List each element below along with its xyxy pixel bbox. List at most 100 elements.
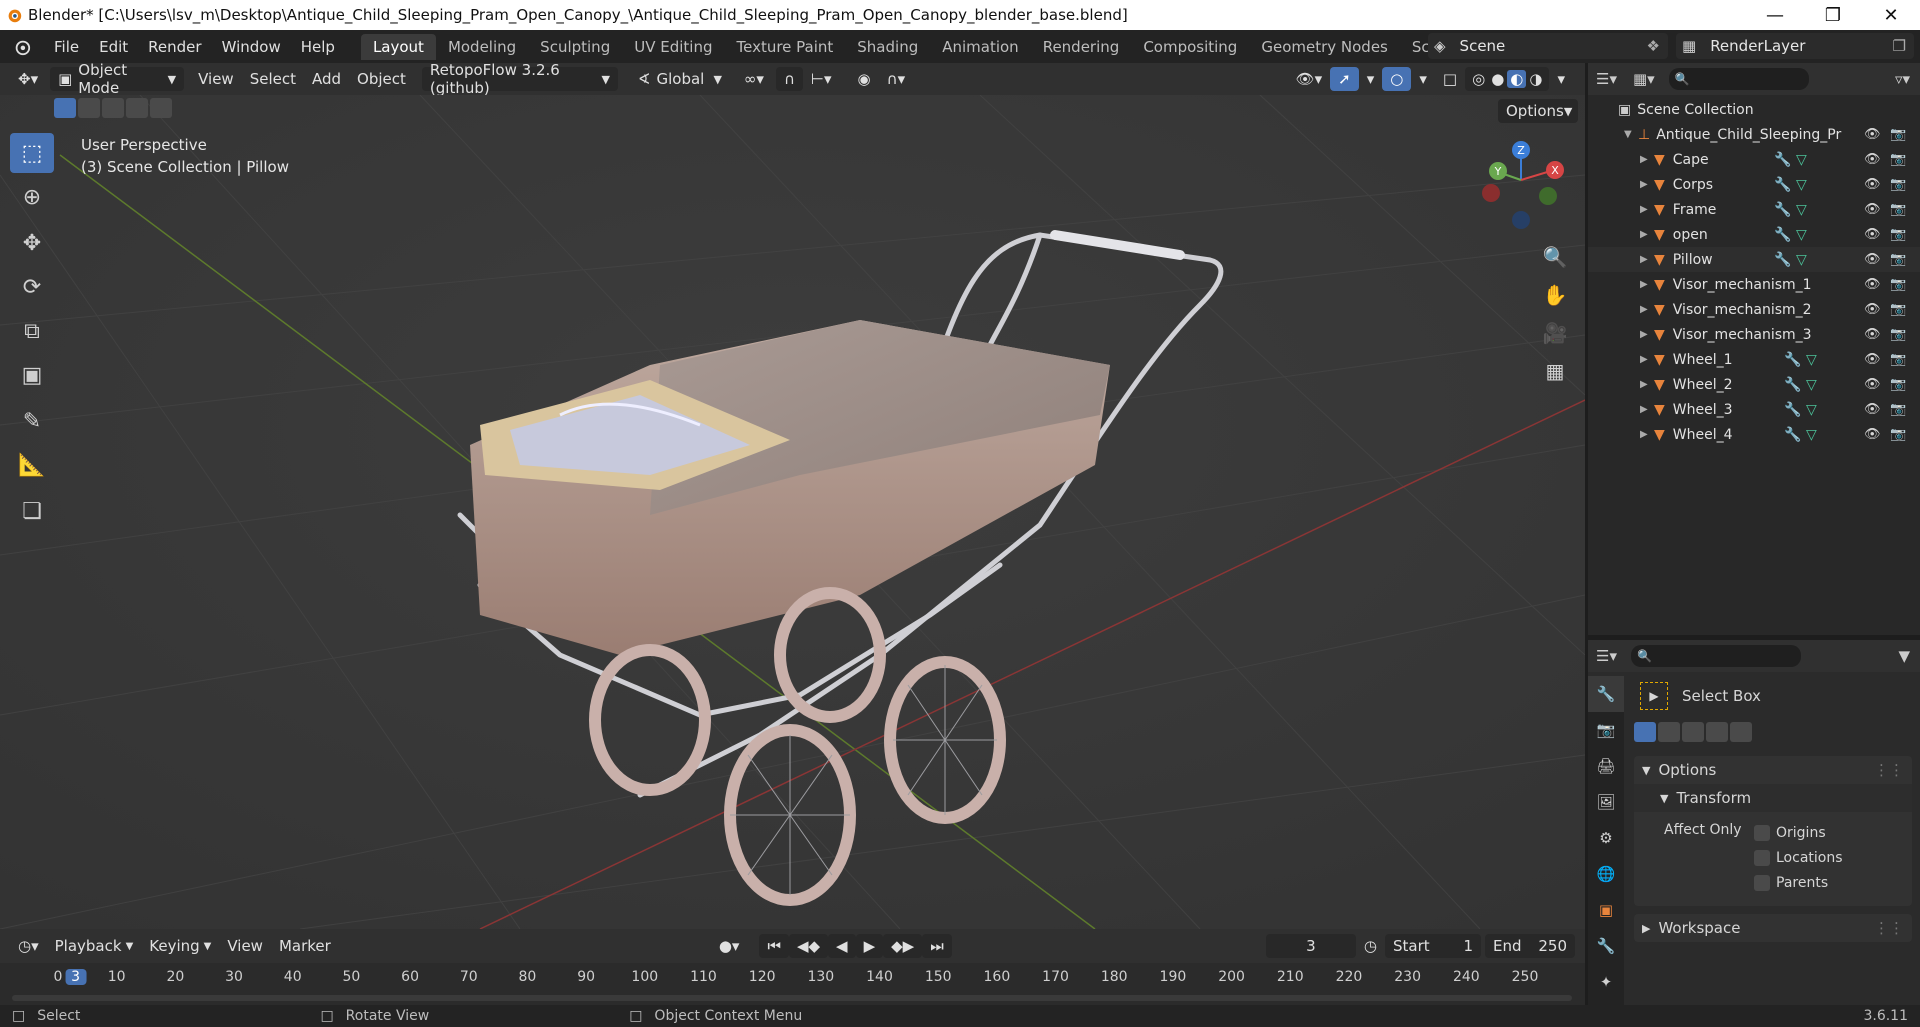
- outliner-item[interactable]: ▶ ▼ Wheel_4 🔧 ▽ 👁 📷: [1588, 422, 1920, 447]
- modifier-wrench-icon[interactable]: 🔧: [1774, 202, 1791, 218]
- add-menu[interactable]: Add: [304, 67, 349, 91]
- outliner-item[interactable]: ▶ ▼ Pillow 🔧 ▽ 👁 📷: [1588, 247, 1920, 272]
- outliner-search-input[interactable]: 🔍: [1668, 68, 1809, 90]
- mesh-data-icon[interactable]: ▽: [1796, 152, 1807, 168]
- visibility-eye-icon[interactable]: 👁: [1864, 252, 1881, 267]
- frame-ruler[interactable]: 0 10 20 30 40 50 60 70 80 90 100 110 120 130 140 150 160…: [0, 969, 1585, 991]
- visibility-eye-icon[interactable]: 👁: [1864, 402, 1881, 417]
- blender-menu-icon[interactable]: [8, 38, 36, 56]
- expand-icon[interactable]: ▶: [1640, 404, 1654, 415]
- overlay-dropdown-icon[interactable]: ▾: [1411, 67, 1435, 91]
- timeline-scrollbar[interactable]: [12, 995, 1572, 1001]
- marker-menu[interactable]: Marker: [271, 934, 339, 958]
- timeline-editor-icon[interactable]: ◷▾: [10, 934, 47, 958]
- orientation-dropdown[interactable]: ∢ Global ▼: [630, 67, 730, 91]
- expand-icon[interactable]: ▶: [1640, 254, 1654, 265]
- menu-render[interactable]: Render: [138, 38, 211, 56]
- expand-icon[interactable]: ▶: [1640, 154, 1654, 165]
- proportional-edit-icon[interactable]: ◉: [850, 67, 879, 91]
- view-layer-selector[interactable]: ▦ RenderLayer ❐: [1676, 33, 1914, 59]
- mesh-data-icon[interactable]: ▽: [1796, 252, 1807, 268]
- modifier-wrench-icon[interactable]: 🔧: [1784, 402, 1801, 418]
- expand-icon[interactable]: ▶: [1640, 179, 1654, 190]
- visibility-eye-icon[interactable]: 👁: [1864, 202, 1881, 217]
- select-subtract-icon[interactable]: [102, 98, 124, 118]
- visibility-icon[interactable]: 👁▾: [1288, 67, 1331, 91]
- zoom-icon[interactable]: 🔍: [1538, 240, 1572, 274]
- restore-icon[interactable]: ❐: [1804, 0, 1862, 30]
- pram-model[interactable]: [0, 95, 1585, 929]
- drag-handle-icon[interactable]: ⋮⋮: [1874, 761, 1904, 779]
- visibility-eye-icon[interactable]: 👁: [1864, 277, 1881, 292]
- copy-icon[interactable]: ❐: [1893, 37, 1906, 55]
- tab-geometry-nodes[interactable]: Geometry Nodes: [1249, 34, 1400, 60]
- properties-editor-icon[interactable]: ☰▾: [1596, 647, 1617, 665]
- visibility-eye-icon[interactable]: 👁: [1864, 302, 1881, 317]
- gizmo-dropdown-icon[interactable]: ▾: [1359, 67, 1383, 91]
- tab-rendering[interactable]: Rendering: [1031, 34, 1132, 60]
- visibility-eye-icon[interactable]: 👁: [1864, 352, 1881, 367]
- modifier-wrench-icon[interactable]: 🔧: [1774, 227, 1791, 243]
- mesh-data-icon[interactable]: ▽: [1806, 377, 1817, 393]
- tab-uv-editing[interactable]: UV Editing: [622, 34, 724, 60]
- jump-end-icon[interactable]: ⏭: [922, 934, 952, 958]
- current-frame-field[interactable]: 3: [1265, 934, 1356, 958]
- rendered-shading-icon[interactable]: ◑: [1526, 70, 1545, 88]
- gizmo-toggle-icon[interactable]: ➚: [1330, 67, 1359, 91]
- transform-subpanel-header[interactable]: ▼ Transform: [1634, 784, 1912, 812]
- ortho-grid-icon[interactable]: ▦: [1538, 354, 1572, 388]
- menu-file[interactable]: File: [44, 38, 89, 56]
- retopoflow-dropdown[interactable]: RetopoFlow 3.2.6 (github) ▼: [421, 61, 618, 97]
- render-camera-icon[interactable]: 📷: [1890, 152, 1906, 167]
- mode-set-icon[interactable]: [1634, 722, 1656, 742]
- options-panel-header[interactable]: ▼ Options ⋮⋮: [1634, 756, 1912, 784]
- render-camera-icon[interactable]: 📷: [1890, 352, 1906, 367]
- tab-particles-icon[interactable]: ✦: [1588, 964, 1624, 1000]
- shading-dropdown-icon[interactable]: ▾: [1549, 67, 1573, 91]
- properties-search-input[interactable]: 🔍: [1630, 645, 1801, 667]
- render-camera-icon[interactable]: 📷: [1890, 177, 1906, 192]
- tab-render-icon[interactable]: 📷: [1588, 712, 1624, 748]
- start-frame-field[interactable]: Start 1: [1385, 934, 1481, 958]
- record-icon[interactable]: ●▾: [711, 934, 748, 958]
- visibility-eye-icon[interactable]: 👁: [1864, 227, 1881, 242]
- outliner-item[interactable]: ▶ ▼ Wheel_1 🔧 ▽ 👁 📷: [1588, 347, 1920, 372]
- snap-icon[interactable]: ∩: [775, 67, 803, 91]
- mode-dropdown[interactable]: ▣ Object Mode ▼: [50, 61, 185, 97]
- prev-keyframe-icon[interactable]: ◀◆: [788, 934, 829, 958]
- pan-hand-icon[interactable]: ✋: [1538, 278, 1572, 312]
- render-camera-icon[interactable]: 📷: [1890, 377, 1906, 392]
- select-invert-icon[interactable]: [126, 98, 148, 118]
- camera-view-icon[interactable]: 🎥: [1538, 316, 1572, 350]
- view-menu[interactable]: View: [190, 67, 242, 91]
- select-box-tool-icon[interactable]: ⬚: [10, 133, 54, 173]
- mesh-data-icon[interactable]: ▽: [1806, 427, 1817, 443]
- outliner-item[interactable]: ▶ ▼ Visor_mechanism_1 👁 📷: [1588, 272, 1920, 297]
- pivot-icon[interactable]: ∞▾: [736, 67, 772, 91]
- editor-type-icon[interactable]: ✥▾: [10, 67, 46, 91]
- minimize-icon[interactable]: —: [1746, 0, 1804, 30]
- measure-tool-icon[interactable]: 📐: [10, 445, 54, 485]
- render-camera-icon[interactable]: 📷: [1890, 327, 1906, 342]
- render-camera-icon[interactable]: 📷: [1890, 427, 1906, 442]
- mesh-data-icon[interactable]: ▽: [1796, 227, 1807, 243]
- scene-collection-row[interactable]: ▣ Scene Collection: [1588, 97, 1920, 122]
- cursor-tool-icon[interactable]: ⊕: [10, 177, 54, 217]
- annotate-tool-icon[interactable]: ✎: [10, 401, 54, 441]
- overlay-toggle-icon[interactable]: ○: [1382, 67, 1412, 91]
- workspace-panel-header[interactable]: ▶ Workspace ⋮⋮: [1634, 914, 1912, 942]
- visibility-eye-icon[interactable]: 👁: [1864, 427, 1881, 442]
- mode-intersect-icon[interactable]: [1730, 722, 1752, 742]
- solid-shading-icon[interactable]: ●: [1488, 70, 1507, 88]
- expand-icon[interactable]: ▶: [1640, 304, 1654, 315]
- menu-help[interactable]: Help: [291, 38, 345, 56]
- outliner-item[interactable]: ▶ ▼ open 🔧 ▽ 👁 📷: [1588, 222, 1920, 247]
- menu-window[interactable]: Window: [212, 38, 291, 56]
- play-reverse-icon[interactable]: ◀: [828, 934, 856, 958]
- mode-subtract-icon[interactable]: [1682, 722, 1704, 742]
- modifier-wrench-icon[interactable]: 🔧: [1774, 177, 1791, 193]
- tab-object-icon[interactable]: ▣: [1588, 892, 1624, 928]
- outliner-item[interactable]: ▶ ▼ Visor_mechanism_3 👁 📷: [1588, 322, 1920, 347]
- select-extend-icon[interactable]: [78, 98, 100, 118]
- modifier-wrench-icon[interactable]: 🔧: [1774, 152, 1791, 168]
